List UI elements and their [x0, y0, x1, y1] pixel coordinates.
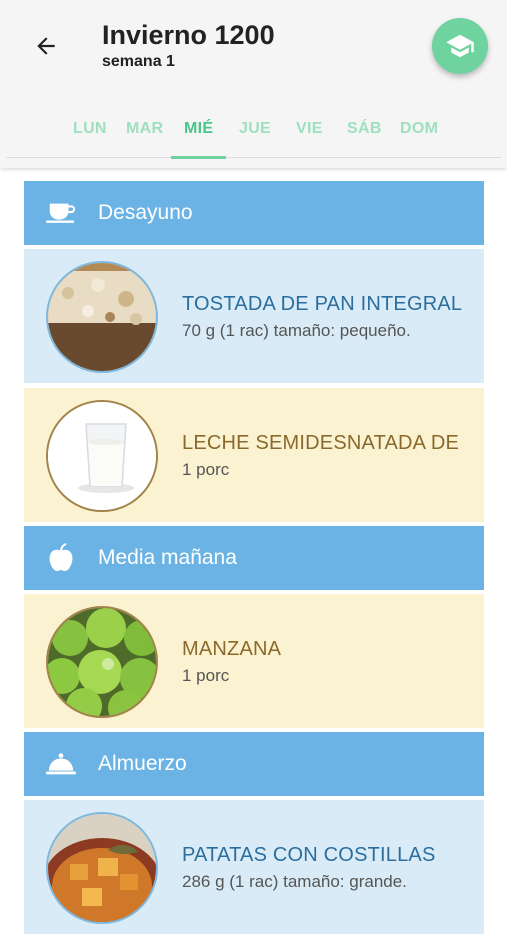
list-item-manzana[interactable]: MANZANA 1 porc — [24, 594, 484, 728]
tab-mie[interactable]: MIÉ — [184, 120, 213, 138]
item-detail: 1 porc — [182, 666, 230, 685]
arrow-left-icon — [37, 37, 55, 55]
meal-list: Desayuno TOSTADA DE PAN INTEGRAL 70 g (1… — [0, 168, 507, 934]
item-detail: 286 g (1 rac) tamaño: grande. — [182, 872, 407, 891]
food-image — [46, 812, 158, 924]
section-almuerzo[interactable]: Almuerzo — [24, 732, 484, 796]
tab-vie[interactable]: VIE — [296, 120, 323, 138]
cloche-icon — [46, 749, 76, 779]
tab-divider — [6, 157, 501, 158]
item-name: PATATAS CON COSTILLAS — [182, 844, 436, 866]
tab-dom[interactable]: DOM — [400, 120, 438, 138]
tab-mar[interactable]: MAR — [126, 120, 163, 138]
day-tabs: LUN MAR MIÉ JUE VIE SÁB DOM — [0, 110, 507, 160]
food-image — [46, 400, 158, 512]
tab-jue[interactable]: JUE — [239, 120, 271, 138]
info-fab-button[interactable] — [432, 18, 488, 74]
tab-sab[interactable]: SÁB — [347, 120, 382, 138]
tab-lun[interactable]: LUN — [73, 120, 107, 138]
graduation-cap-icon — [446, 34, 474, 58]
section-media-manana[interactable]: Media mañana — [24, 526, 484, 590]
item-name: MANZANA — [182, 638, 282, 660]
list-item-leche[interactable]: LECHE SEMIDESNATADA DE VACA 1 porc — [24, 388, 484, 522]
back-button[interactable] — [30, 30, 62, 62]
food-image — [46, 261, 158, 373]
item-name: LECHE SEMIDESNATADA DE VACA — [182, 432, 462, 454]
app-header: Invierno 1200 semana 1 LUN MAR MIÉ JUE V… — [0, 0, 507, 168]
food-image — [46, 606, 158, 718]
section-label: Media mañana — [98, 546, 237, 569]
section-desayuno[interactable]: Desayuno — [24, 181, 484, 245]
apple-icon — [46, 543, 76, 573]
tab-active-indicator — [171, 156, 226, 159]
coffee-cup-icon — [46, 198, 76, 228]
item-detail: 1 porc — [182, 460, 230, 479]
list-item-tostada[interactable]: TOSTADA DE PAN INTEGRAL 70 g (1 rac) tam… — [24, 249, 484, 383]
item-detail: 70 g (1 rac) tamaño: pequeño. — [182, 321, 411, 340]
item-name: TOSTADA DE PAN INTEGRAL — [182, 293, 462, 315]
page-title: Invierno 1200 — [102, 20, 275, 50]
section-label: Desayuno — [98, 201, 193, 224]
section-label: Almuerzo — [98, 752, 187, 775]
list-item-patatas[interactable]: PATATAS CON COSTILLAS 286 g (1 rac) tama… — [24, 800, 484, 934]
page-subtitle: semana 1 — [102, 53, 175, 70]
